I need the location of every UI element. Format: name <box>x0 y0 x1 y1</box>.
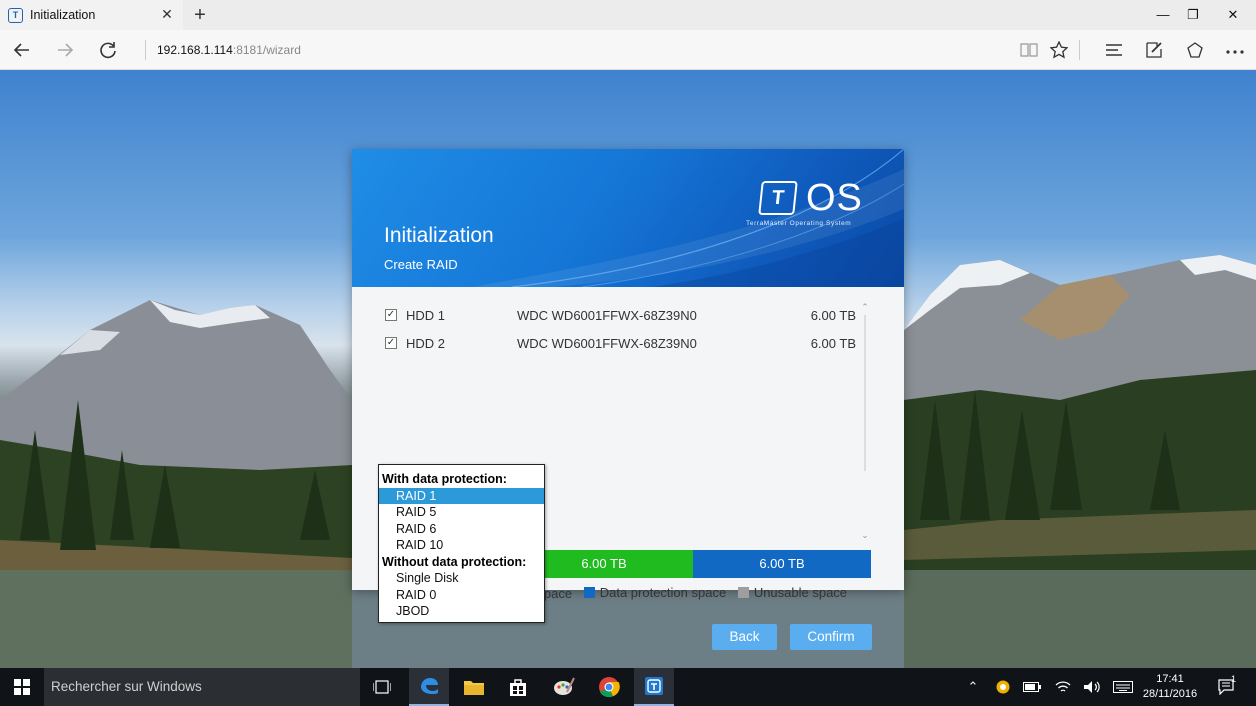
capacity-legend: ree space Data protection space Unusable… <box>515 585 875 601</box>
windows-taskbar: Rechercher sur Windows ⌃ 17:41 28/11/201… <box>0 668 1256 706</box>
disk-size: 6.00 TB <box>810 308 856 323</box>
tab-close-icon[interactable]: ✕ <box>159 6 175 22</box>
option-single-disk[interactable]: Single Disk <box>379 570 544 587</box>
legend-swatch <box>737 587 749 598</box>
notification-count: 1 <box>1231 674 1237 684</box>
option-raid-0[interactable]: RAID 0 <box>379 587 544 604</box>
url-host: 192.168.1.114 <box>157 43 233 57</box>
optgroup-without-protection: Without data protection: <box>382 554 527 569</box>
address-toolbar: 192.168.1.114:8181/wizard <box>0 30 1256 70</box>
back-button[interactable]: Back <box>712 624 777 650</box>
volume-icon[interactable] <box>1080 668 1104 706</box>
option-raid-6[interactable]: RAID 6 <box>379 521 544 538</box>
option-raid-5[interactable]: RAID 5 <box>379 504 544 521</box>
disk-row[interactable]: ✓ HDD 1 WDC WD6001FFWX-68Z39N0 6.00 TB <box>374 301 870 329</box>
store-icon[interactable] <box>498 668 538 706</box>
reading-view-icon[interactable] <box>1012 30 1046 70</box>
dialog-header: T OS TerraMaster Operating System Initia… <box>352 149 904 287</box>
terramaster-os-logo: T OS TerraMaster Operating System <box>746 177 878 233</box>
disk-name: HDD 1 <box>406 308 446 323</box>
disk-name: HDD 2 <box>406 336 446 351</box>
new-tab-button[interactable]: + <box>190 3 210 27</box>
optgroup-with-protection: With data protection: <box>382 472 507 486</box>
url-path: :8181/wizard <box>232 43 301 57</box>
capacity-bar: 6.00 TB 6.00 TB <box>515 550 871 578</box>
battery-icon[interactable] <box>1020 668 1044 706</box>
task-view-icon[interactable] <box>362 668 402 706</box>
tab-bar: T Initialization ✕ + — ❐ ✕ <box>0 0 1256 30</box>
show-hidden-icons-icon[interactable]: ⌃ <box>962 668 984 706</box>
forward-arrow-icon[interactable] <box>45 30 85 70</box>
tab-title: Initialization <box>30 8 96 22</box>
paint-icon[interactable] <box>544 668 584 706</box>
file-explorer-icon[interactable] <box>454 668 494 706</box>
disk-model: WDC WD6001FFWX-68Z39N0 <box>517 308 697 323</box>
scroll-down-icon[interactable]: ⌄ <box>858 529 872 541</box>
scroll-up-icon[interactable]: ⌃ <box>858 301 872 313</box>
logo-tagline: TerraMaster Operating System <box>746 220 852 227</box>
browser-tab-initialization[interactable]: T Initialization ✕ <box>0 0 183 30</box>
legend-swatch <box>583 587 595 598</box>
legend-item-unusable: Unusable space <box>737 585 848 600</box>
disk-row[interactable]: ✓ HDD 2 WDC WD6001FFWX-68Z39N0 6.00 TB <box>374 329 870 357</box>
edge-icon[interactable] <box>409 668 449 706</box>
dialog-title: Initialization <box>384 224 494 247</box>
more-icon[interactable] <box>1218 30 1252 70</box>
clock-date: 28/11/2016 <box>1142 688 1198 700</box>
scroll-track[interactable] <box>864 315 866 471</box>
share-icon[interactable] <box>1178 30 1212 70</box>
legend-label: Data protection space <box>599 585 727 600</box>
capacity-protection-segment: 6.00 TB <box>693 550 871 578</box>
back-arrow-icon[interactable] <box>2 30 42 70</box>
dialog-subtitle: Create RAID <box>384 257 458 272</box>
refresh-icon[interactable] <box>88 30 128 70</box>
clock-time: 17:41 <box>1156 673 1184 685</box>
taskbar-search-box[interactable]: Rechercher sur Windows <box>44 668 360 706</box>
option-raid-10[interactable]: RAID 10 <box>379 537 544 554</box>
system-clock[interactable]: 17:41 28/11/2016 <box>1138 672 1202 702</box>
disk-checkbox[interactable]: ✓ <box>385 337 397 349</box>
confirm-button[interactable]: Confirm <box>790 624 872 650</box>
terramaster-icon[interactable] <box>634 668 674 706</box>
hub-icon[interactable] <box>1097 30 1131 70</box>
disk-model: WDC WD6001FFWX-68Z39N0 <box>517 336 697 351</box>
action-center-icon[interactable]: 1 <box>1212 668 1242 706</box>
url-field[interactable]: 192.168.1.114:8181/wizard <box>145 40 301 60</box>
keyboard-icon[interactable] <box>1110 668 1136 706</box>
close-window-button[interactable]: ✕ <box>1210 0 1256 30</box>
web-note-icon[interactable] <box>1137 30 1171 70</box>
disk-size: 6.00 TB <box>810 336 856 351</box>
toolbar-divider <box>1079 40 1080 60</box>
tray-app-icon[interactable] <box>992 668 1014 706</box>
disk-list-scrollbar[interactable]: ⌃ ⌄ <box>858 301 872 541</box>
legend-item-protection: Data protection space <box>583 585 727 600</box>
disk-checkbox[interactable]: ✓ <box>385 309 397 321</box>
logo-t-mark: T <box>758 181 798 215</box>
option-jbod[interactable]: JBOD <box>379 603 544 620</box>
terramaster-favicon-icon: T <box>8 7 23 23</box>
option-raid-1[interactable]: RAID 1 <box>379 487 544 504</box>
logo-os-text: OS <box>806 177 863 219</box>
wifi-icon[interactable] <box>1052 668 1074 706</box>
windows-start-icon[interactable] <box>0 668 44 706</box>
chrome-icon[interactable] <box>589 668 629 706</box>
disk-list: ✓ HDD 1 WDC WD6001FFWX-68Z39N0 6.00 TB ✓… <box>374 301 870 357</box>
raid-type-dropdown[interactable]: With data protection: RAID 1 RAID 5 RAID… <box>378 464 545 623</box>
legend-label: Unusable space <box>753 585 848 600</box>
favorite-star-icon[interactable] <box>1042 30 1076 70</box>
